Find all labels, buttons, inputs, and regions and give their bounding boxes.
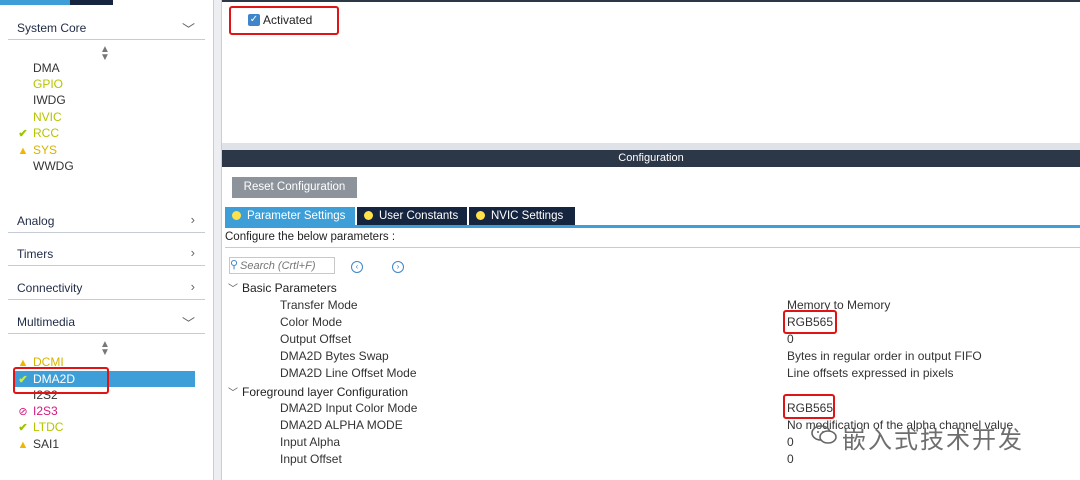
category-timers[interactable]: Timers › <box>8 243 205 266</box>
tab-user-constants[interactable]: User Constants <box>357 207 467 225</box>
search-input[interactable] <box>240 259 330 272</box>
highlight-box <box>13 367 109 394</box>
status-dot-icon <box>232 211 241 220</box>
section-foreground-layer[interactable]: ﹀ Foreground layer Configuration <box>228 384 408 399</box>
highlight-box <box>783 394 835 419</box>
sidebar-item-nvic[interactable]: NVIC <box>16 110 196 126</box>
reset-configuration-button[interactable]: Reset Configuration <box>232 177 357 198</box>
sidebar-item-iwdg[interactable]: IWDG <box>16 93 196 109</box>
expand-all-icon[interactable]: › <box>392 261 404 273</box>
check-icon: ✔ <box>18 422 28 434</box>
sidebar-item-ltdc[interactable]: ✔ LTDC <box>16 420 196 436</box>
sidebar-item-sai1[interactable]: ▲ SAI1 <box>16 437 196 453</box>
configuration-header: Configuration <box>222 150 1080 167</box>
param-row[interactable]: DMA2D Input Color Mode RGB565 <box>222 401 1080 418</box>
panel-splitter[interactable] <box>222 143 1080 150</box>
sidebar-item-i2s3[interactable]: ⊘ I2S3 <box>16 404 196 420</box>
chevron-down-icon: ﹀ <box>228 284 238 295</box>
check-icon: ✔ <box>18 128 28 140</box>
sidebar-item-dma[interactable]: DMA <box>16 61 196 77</box>
warning-icon: ▲ <box>17 145 29 157</box>
tab-parameter-settings[interactable]: Parameter Settings <box>225 207 355 225</box>
param-row[interactable]: Color Mode RGB565 <box>222 315 1080 332</box>
sidebar-item-wwdg[interactable]: WWDG <box>16 159 196 175</box>
watermark-text: 嵌入式技术开发 <box>842 426 1024 454</box>
tab-nvic-settings[interactable]: NVIC Settings <box>469 207 575 225</box>
status-dot-icon <box>364 211 373 220</box>
chevron-down-icon: ﹀ <box>181 22 195 37</box>
category-sidebar: System Core ﹀ ▲ ▼ DMA GPIO IWDG NVIC ✔ RCC… <box>0 0 213 480</box>
highlight-box <box>229 6 339 35</box>
watermark: 嵌入式技术开发 <box>808 418 1058 454</box>
sidebar-item-rcc[interactable]: ✔ RCC <box>16 126 196 142</box>
chevron-down-icon: ﹀ <box>181 316 195 331</box>
warning-icon: ▲ <box>17 439 29 451</box>
category-multimedia[interactable]: Multimedia ﹀ <box>8 311 205 334</box>
sidebar-item-sys[interactable]: ▲ SYS <box>16 143 196 159</box>
status-dot-icon <box>476 211 485 220</box>
sort-icon[interactable]: ▲ ▼ <box>100 45 110 63</box>
chevron-right-icon: › <box>190 212 195 227</box>
category-system-core[interactable]: System Core ﹀ <box>8 17 205 40</box>
chevron-down-icon: ﹀ <box>228 388 238 399</box>
param-row[interactable]: Output Offset 0 <box>222 332 1080 349</box>
category-label: Connectivity <box>17 281 83 295</box>
category-label: Multimedia <box>17 315 76 329</box>
chevron-right-icon: › <box>190 245 195 260</box>
wechat-icon <box>811 425 837 444</box>
category-label: Timers <box>17 247 54 261</box>
param-row[interactable]: DMA2D Line Offset Mode Line offsets expr… <box>222 366 1080 383</box>
sidebar-item-gpio[interactable]: GPIO <box>16 77 196 93</box>
section-basic-parameters[interactable]: ﹀ Basic Parameters <box>228 280 337 295</box>
collapse-all-icon[interactable]: ‹ <box>351 261 363 273</box>
search-field[interactable]: ⚲ <box>229 257 335 274</box>
sidebar-splitter[interactable] <box>213 0 222 480</box>
sidebar-tab-categories[interactable] <box>0 0 70 5</box>
instruction-label: Configure the below parameters : <box>225 229 1080 248</box>
category-analog[interactable]: Analog › <box>8 210 205 233</box>
tab-underline <box>225 225 1080 228</box>
highlight-box <box>783 310 837 334</box>
param-row[interactable]: DMA2D Bytes Swap Bytes in regular order … <box>222 349 1080 366</box>
chevron-right-icon: › <box>190 279 195 294</box>
forbidden-icon: ⊘ <box>18 406 28 418</box>
mode-panel: ✓ Activated <box>222 0 1080 143</box>
param-row[interactable]: Transfer Mode Memory to Memory <box>222 298 1080 315</box>
sidebar-tab-az[interactable] <box>70 0 113 5</box>
category-label: Analog <box>17 214 55 228</box>
category-connectivity[interactable]: Connectivity › <box>8 277 205 300</box>
category-label: System Core <box>17 21 87 35</box>
